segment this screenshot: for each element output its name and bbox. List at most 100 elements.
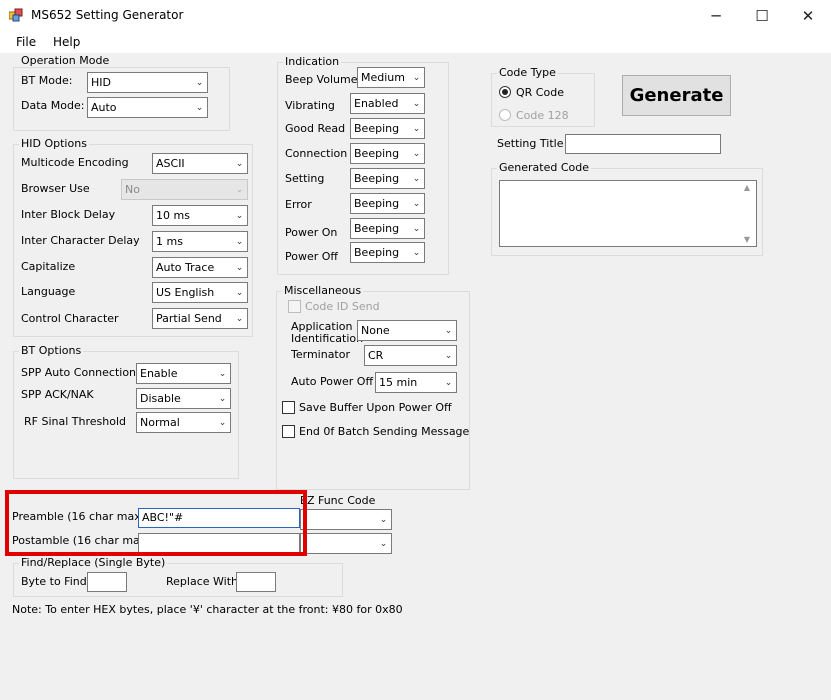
auto-power-off-label: Auto Power Off (291, 375, 374, 388)
language-label: Language (21, 285, 76, 298)
language-select[interactable]: US English ⌄ (152, 282, 248, 303)
chevron-down-icon: ⌄ (412, 173, 421, 184)
close-button[interactable]: ✕ (785, 0, 831, 32)
good-read-value: Beeping (354, 122, 400, 135)
menu-help[interactable]: Help (53, 35, 80, 49)
end-of-batch-label: End 0f Batch Sending Message (299, 425, 470, 438)
chevron-down-icon: ⌄ (218, 393, 227, 404)
replace-with-label: Replace With: (166, 575, 242, 588)
menu-bar (0, 32, 831, 53)
replace-with-input[interactable] (236, 572, 276, 592)
menu-file[interactable]: File (16, 35, 36, 49)
vibrating-select[interactable]: Enabled ⌄ (350, 93, 425, 114)
capitalize-select[interactable]: Auto Trace ⌄ (152, 257, 248, 278)
beep-volume-select[interactable]: Medium ⌄ (357, 67, 425, 88)
chevron-down-icon: ⌄ (195, 77, 204, 88)
terminator-label: Terminator (291, 348, 350, 361)
spp-ack-nak-select[interactable]: Disable ⌄ (136, 388, 231, 409)
ez-func-select-1[interactable]: ⌄ (300, 509, 392, 530)
power-on-label: Power On (285, 226, 338, 239)
error-label: Error (285, 198, 312, 211)
language-value: US English (156, 286, 215, 299)
terminator-select[interactable]: CR ⌄ (364, 345, 457, 366)
connection-label: Connection (285, 147, 348, 160)
chevron-down-icon: ⌄ (235, 210, 244, 221)
good-read-label: Good Read (285, 122, 346, 135)
inter-block-delay-label: Inter Block Delay (21, 208, 116, 221)
inter-character-delay-select[interactable]: 1 ms ⌄ (152, 231, 248, 252)
code-128-radio[interactable] (499, 109, 511, 121)
spp-auto-connection-value: Enable (140, 367, 178, 380)
data-mode-label: Data Mode: (21, 99, 85, 112)
power-off-select[interactable]: Beeping ⌄ (350, 242, 425, 263)
rf-threshold-select[interactable]: Normal ⌄ (136, 412, 231, 433)
connection-select[interactable]: Beeping ⌄ (350, 143, 425, 164)
error-value: Beeping (354, 197, 400, 210)
ez-func-title: EZ Func Code (300, 494, 376, 507)
app-id-select[interactable]: None ⌄ (357, 320, 457, 341)
multicode-encoding-label: Multicode Encoding (21, 156, 129, 169)
chevron-down-icon: ⌄ (218, 368, 227, 379)
chevron-down-icon: ⌄ (218, 417, 227, 428)
beep-volume-value: Medium (361, 71, 405, 84)
setting-select[interactable]: Beeping ⌄ (350, 168, 425, 189)
hex-note: Note: To enter HEX bytes, place '¥' char… (12, 603, 403, 616)
rf-threshold-value: Normal (140, 416, 180, 429)
minimize-button[interactable]: ─ (693, 0, 739, 32)
error-select[interactable]: Beeping ⌄ (350, 193, 425, 214)
find-replace-title: Find/Replace (Single Byte) (19, 556, 168, 569)
hid-options-title: HID Options (19, 137, 89, 150)
browser-use-select[interactable]: No ⌄ (121, 179, 248, 200)
generated-code-textarea[interactable]: ▲ ▼ (499, 180, 757, 247)
power-on-value: Beeping (354, 222, 400, 235)
scroll-up-icon[interactable]: ▲ (739, 183, 755, 192)
maximize-button[interactable]: ☐ (739, 0, 785, 32)
multicode-encoding-select[interactable]: ASCII ⌄ (152, 153, 248, 174)
code-id-send-label: Code ID Send (305, 300, 380, 313)
power-off-label: Power Off (285, 250, 338, 263)
power-off-value: Beeping (354, 246, 400, 259)
misc-title: Miscellaneous (282, 284, 364, 297)
bt-mode-value: HID (91, 76, 111, 89)
bt-mode-select[interactable]: HID ⌄ (87, 72, 208, 93)
chevron-down-icon: ⌄ (412, 223, 421, 234)
chevron-down-icon: ⌄ (444, 325, 453, 336)
inter-block-delay-select[interactable]: 10 ms ⌄ (152, 205, 248, 226)
chevron-down-icon: ⌄ (379, 538, 388, 549)
qr-code-radio[interactable] (499, 86, 511, 98)
chevron-down-icon: ⌄ (412, 123, 421, 134)
spp-auto-connection-label: SPP Auto Connection (21, 366, 137, 379)
app-id-value: None (361, 324, 390, 337)
code-id-send-checkbox[interactable] (288, 300, 301, 313)
setting-title-label: Setting Title (497, 137, 564, 150)
end-of-batch-checkbox[interactable] (282, 425, 295, 438)
beep-volume-label: Beep Volume (285, 73, 358, 86)
app-id-label-line2: Identification (291, 332, 364, 345)
data-mode-value: Auto (91, 101, 117, 114)
ez-func-select-2[interactable]: ⌄ (300, 533, 392, 554)
generate-button[interactable]: Generate (622, 75, 731, 116)
chevron-down-icon: ⌄ (235, 184, 244, 195)
browser-use-label: Browser Use (21, 182, 90, 195)
scroll-down-icon[interactable]: ▼ (739, 235, 755, 244)
inter-character-delay-label: Inter Character Delay (21, 234, 140, 247)
auto-power-off-value: 15 min (379, 376, 418, 389)
chevron-down-icon: ⌄ (444, 377, 453, 388)
operation-mode-title: Operation Mode (19, 54, 112, 67)
setting-title-input[interactable] (565, 134, 721, 154)
control-character-select[interactable]: Partial Send ⌄ (152, 308, 248, 329)
auto-power-off-select[interactable]: 15 min ⌄ (375, 372, 457, 393)
spp-auto-connection-select[interactable]: Enable ⌄ (136, 363, 231, 384)
setting-value: Beeping (354, 172, 400, 185)
save-buffer-checkbox[interactable] (282, 401, 295, 414)
inter-block-delay-value: 10 ms (156, 209, 190, 222)
chevron-down-icon: ⌄ (235, 262, 244, 273)
power-on-select[interactable]: Beeping ⌄ (350, 218, 425, 239)
data-mode-select[interactable]: Auto ⌄ (87, 97, 208, 118)
browser-use-value: No (125, 183, 140, 196)
good-read-select[interactable]: Beeping ⌄ (350, 118, 425, 139)
setting-label: Setting (285, 172, 325, 185)
chevron-down-icon: ⌄ (412, 98, 421, 109)
byte-to-find-input[interactable] (87, 572, 127, 592)
vibrating-value: Enabled (354, 97, 399, 110)
